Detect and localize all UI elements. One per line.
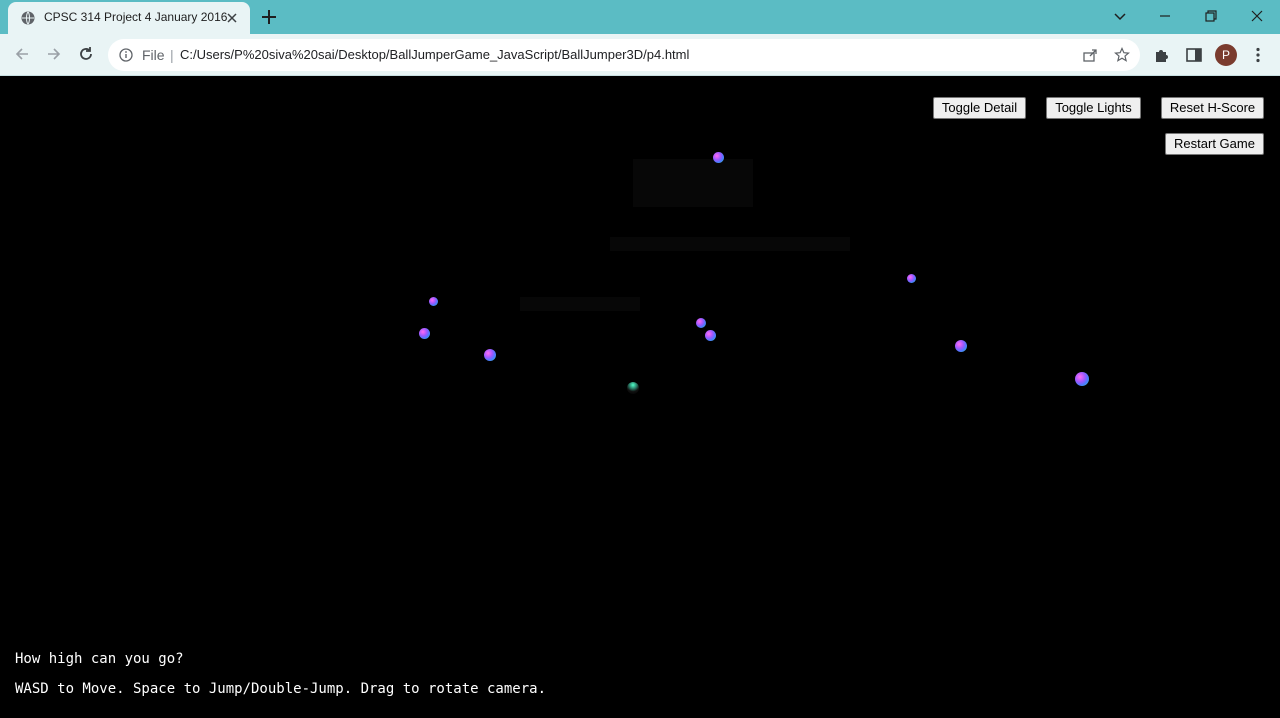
floating-ball [419, 328, 430, 339]
tab-title: CPSC 314 Project 4 January 2016 [44, 10, 228, 24]
address-separator: | [170, 47, 174, 63]
bookmark-star-icon[interactable] [1114, 47, 1130, 63]
close-tab-icon[interactable] [224, 10, 240, 26]
floating-ball [713, 152, 724, 163]
browser-titlebar: CPSC 314 Project 4 January 2016 [0, 0, 1280, 34]
floating-ball [907, 274, 916, 283]
browser-tab[interactable]: CPSC 314 Project 4 January 2016 [8, 2, 250, 34]
floating-ball [1075, 372, 1089, 386]
floating-ball [955, 340, 967, 352]
toggle-lights-button[interactable]: Toggle Lights [1046, 97, 1141, 119]
floating-ball [696, 318, 706, 328]
restore-icon[interactable] [1201, 6, 1221, 26]
side-panel-icon[interactable] [1185, 46, 1203, 64]
tagline-text: How high can you go? [15, 651, 184, 667]
share-icon[interactable] [1082, 47, 1098, 63]
minimize-icon[interactable] [1155, 6, 1175, 26]
game-canvas[interactable]: Toggle Detail Toggle Lights Reset H-Scor… [0, 77, 1280, 718]
close-window-icon[interactable] [1247, 6, 1267, 26]
platform [633, 159, 753, 207]
platform [520, 297, 640, 311]
tab-search-chevron-icon[interactable] [1110, 6, 1130, 26]
profile-avatar[interactable]: P [1215, 44, 1237, 66]
floating-ball [484, 349, 496, 361]
controls-instructions: WASD to Move. Space to Jump/Double-Jump.… [15, 681, 547, 697]
address-url[interactable]: C:/Users/P%20siva%20sai/Desktop/BallJump… [180, 47, 689, 62]
floating-ball [705, 330, 716, 341]
globe-icon [21, 11, 35, 25]
back-arrow-icon[interactable] [12, 44, 32, 64]
address-scheme: File [142, 47, 165, 63]
toggle-detail-button[interactable]: Toggle Detail [933, 97, 1026, 119]
floating-ball [429, 297, 438, 306]
reload-icon[interactable] [76, 44, 96, 64]
player-ball [627, 382, 639, 394]
extensions-puzzle-icon[interactable] [1153, 46, 1171, 64]
forward-arrow-icon[interactable] [44, 44, 64, 64]
address-bar[interactable]: File | C:/Users/P%20siva%20sai/Desktop/B… [108, 39, 1140, 71]
reset-high-score-button[interactable]: Reset H-Score [1161, 97, 1264, 119]
restart-game-button[interactable]: Restart Game [1165, 133, 1264, 155]
platform [610, 237, 850, 251]
more-menu-icon[interactable] [1249, 46, 1267, 64]
new-tab-icon[interactable] [260, 8, 278, 26]
info-icon[interactable] [119, 48, 133, 62]
browser-toolbar: File | C:/Users/P%20siva%20sai/Desktop/B… [0, 34, 1280, 76]
